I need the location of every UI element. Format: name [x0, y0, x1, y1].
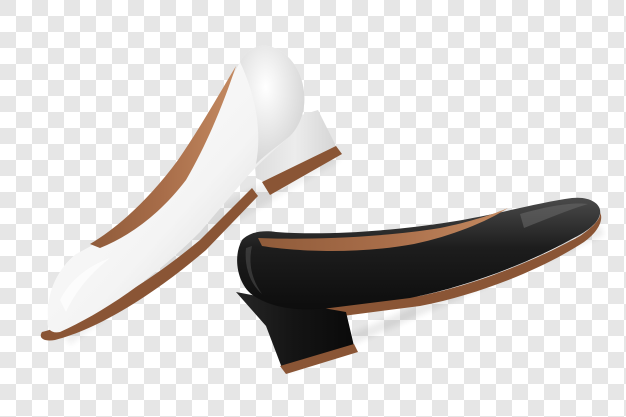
shoes-illustration: [0, 0, 626, 417]
shoes-image: [0, 0, 626, 417]
